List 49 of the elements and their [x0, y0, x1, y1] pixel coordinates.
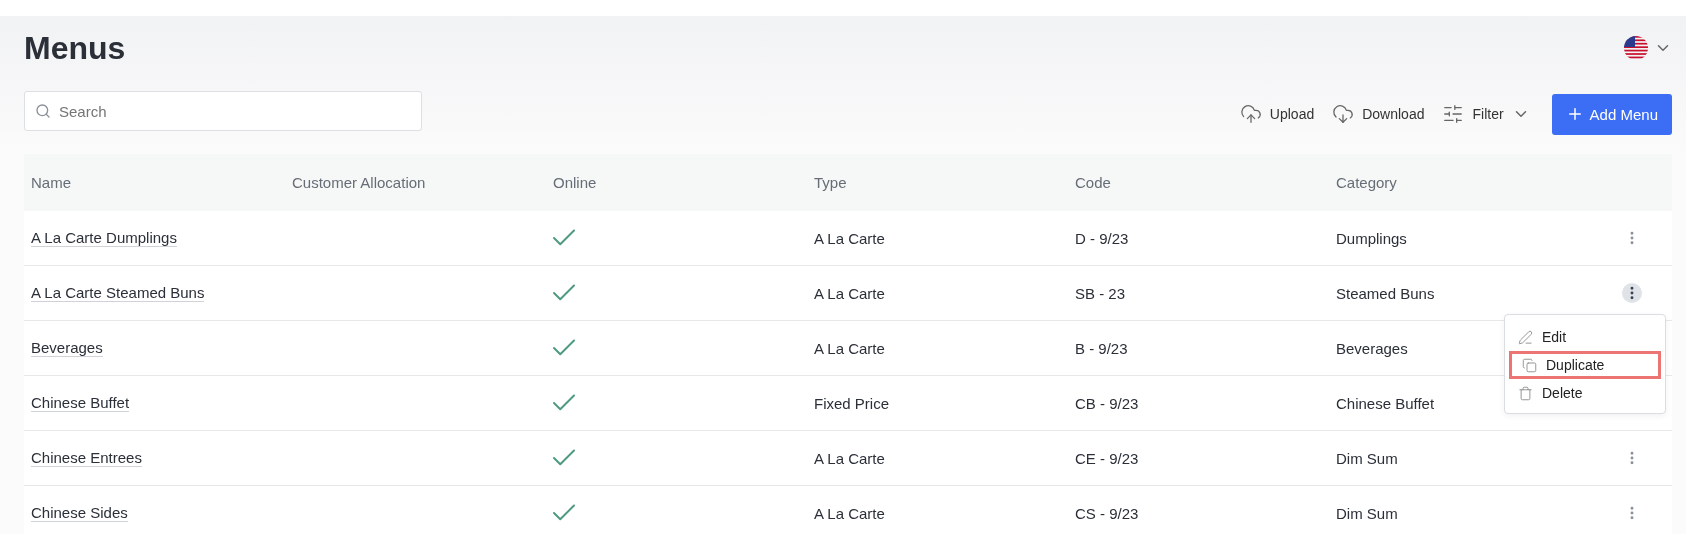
add-menu-button[interactable]: Add Menu — [1551, 93, 1672, 135]
flag-icon — [1624, 36, 1648, 60]
column-header: Customer Allocation — [291, 174, 427, 191]
table-cell-text: Steamed Buns — [1335, 284, 1436, 302]
table-cell-text: Dumplings — [1335, 229, 1408, 247]
copy-icon — [1522, 357, 1537, 373]
menu-item[interactable]: Duplicate — [1509, 351, 1661, 379]
table-cell-text: B - 9/23 — [1074, 339, 1129, 357]
search-field[interactable]: Search — [24, 91, 422, 131]
filter-button[interactable]: Filter — [1442, 103, 1530, 125]
table-cell-text: A La Carte — [813, 229, 886, 247]
table-cell-text: Chinese Buffet — [1335, 394, 1436, 412]
table-cell-text: D - 9/23 — [1074, 229, 1130, 247]
cloud-icon — [1332, 103, 1355, 125]
table-cell-text: A La Carte — [813, 339, 886, 357]
menu-item[interactable]: Edit — [1505, 323, 1665, 351]
menu-name-link[interactable]: Chinese Buffet — [31, 394, 130, 412]
table-cell-text: Fixed Price — [813, 394, 891, 412]
table-cell-text: CS - 9/23 — [1074, 504, 1140, 522]
pencil-icon — [1518, 329, 1533, 345]
column-header: Name — [30, 174, 72, 191]
menu-name-link[interactable]: Chinese Entrees — [31, 449, 142, 467]
menu-name-link[interactable]: A La Carte Dumplings — [31, 229, 177, 247]
column-header: Code — [1074, 174, 1112, 191]
menu-name-link[interactable]: A La Carte Steamed Buns — [31, 284, 205, 302]
table-cell-text: CE - 9/23 — [1074, 449, 1140, 467]
upload-button[interactable]: Upload — [1239, 103, 1315, 125]
cloud-icon — [1239, 103, 1262, 125]
table-cell-text: SB - 23 — [1074, 284, 1127, 302]
table-cell-text: A La Carte — [813, 504, 886, 522]
search-input[interactable]: Search — [57, 101, 411, 121]
search-icon — [35, 103, 51, 119]
menu-name-link[interactable]: Beverages — [31, 339, 103, 357]
menu-item[interactable]: Delete — [1505, 379, 1665, 407]
table-cell-text: Dim Sum — [1335, 449, 1399, 467]
download-button[interactable]: Download — [1332, 103, 1425, 125]
more-options-button[interactable] — [1622, 283, 1642, 303]
page-title: Menus — [24, 29, 126, 67]
column-header: Type — [813, 174, 848, 191]
table-cell-text: Beverages — [1335, 339, 1409, 357]
menu-name-link[interactable]: Chinese Sides — [31, 504, 128, 522]
table-cell-text: Dim Sum — [1335, 504, 1399, 522]
column-header: Online — [552, 174, 598, 191]
trash-icon — [1518, 385, 1533, 401]
column-header: Category — [1335, 174, 1398, 191]
table-cell-text: A La Carte — [813, 449, 886, 467]
sliders-icon — [1442, 103, 1465, 125]
table-cell-text: CB - 9/23 — [1074, 394, 1140, 412]
table-cell-text: A La Carte — [813, 284, 886, 302]
